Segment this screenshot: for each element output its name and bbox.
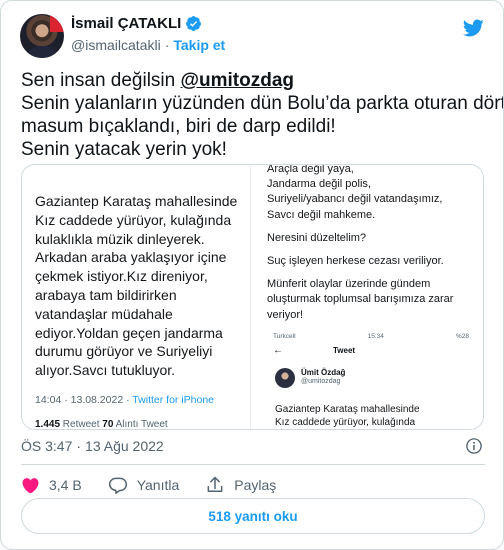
reply-image-text: Araçla değil yaya, Jandarma değil polis,…	[267, 164, 481, 323]
quoted-line: Gaziantep Karataş mahallesinde	[35, 193, 238, 209]
share-button[interactable]: Paylaş	[205, 475, 276, 495]
reply-line: oluşturmak toplumsal barışımıza zarar	[267, 293, 454, 306]
author-handle[interactable]: @ismailcatakli	[71, 37, 161, 53]
mention-link[interactable]: @umitozdag	[181, 70, 295, 91]
reply-line: Araçla değil yaya,	[267, 164, 354, 175]
reply-button[interactable]: Yanıtla	[108, 475, 180, 495]
tweet-card: İsmail ÇATAKLI @ismailcatakli · Takip et…	[0, 0, 504, 550]
quoted-tweet-stats: 1.445 Retweet 70 Alıntı Tweet	[35, 419, 168, 430]
reply-line: veriyor!	[267, 308, 304, 321]
tweet-text: Sen insan değilsin @umitozdag Senin yala…	[21, 69, 504, 161]
phone-screenshot: Turkcell 15:34 %28 ← Tweet Ümit Özdağ @u…	[267, 325, 473, 429]
media-image-left[interactable]: Gaziantep Karataş mahallesinde Kız cadde…	[22, 165, 251, 430]
phone-line: Gaziantep Karataş mahallesinde	[275, 404, 420, 415]
quoted-line: arabaya tam bildirirken	[35, 286, 177, 303]
author-display-name[interactable]: İsmail ÇATAKLI	[71, 15, 181, 32]
like-button[interactable]: 3,4 B	[21, 476, 82, 495]
timestamp-separator: ·	[76, 438, 82, 454]
handle-separator: ·	[164, 37, 170, 53]
reply-bubble-icon	[108, 477, 127, 494]
avatar-flag	[50, 14, 64, 32]
quoted-time: 14:04 · 13.08.2022 ·	[35, 394, 133, 406]
timestamp-time: ÖS 3:47	[21, 438, 73, 454]
phone-battery: %28	[455, 333, 469, 340]
tweet-line-4: Senin yatacak yerin yok!	[21, 139, 227, 160]
reply-line: Neresini düzeltelim?	[267, 231, 367, 244]
reply-line: Jandarma değil polis,	[267, 178, 371, 191]
action-bar: 3,4 B Yanıtla Paylaş	[21, 473, 302, 497]
info-icon[interactable]	[465, 437, 483, 455]
reply-line: Suç işleyen herkese cezası veriliyor.	[267, 255, 444, 268]
quoted-line: Arkadan araba yaklaşıyor içine	[35, 249, 227, 266]
quoted-line: Kız caddede yürüyor, kulağında	[35, 211, 232, 228]
avatar-suit	[28, 46, 56, 58]
verified-badge-icon	[186, 16, 202, 31]
phone-nav-bar: ← Tweet	[273, 345, 469, 356]
phone-clock: 15:34	[367, 333, 384, 340]
author-avatar[interactable]	[20, 14, 64, 58]
like-count: 3,4 B	[49, 477, 82, 493]
tweet-timestamp[interactable]: ÖS 3:47 · 13 Ağu 2022	[21, 438, 164, 454]
reply-label: Yanıtla	[136, 477, 180, 493]
phone-avatar	[275, 368, 295, 388]
phone-status-bar: Turkcell 15:34 %28	[273, 333, 469, 340]
quoted-line: çekmek istiyor.Kız direniyor,	[35, 268, 208, 285]
phone-line: Kız caddede yürüyor, kulağında	[275, 417, 416, 428]
quoted-line: alıyor.Savcı tutukluyor.	[35, 362, 176, 379]
twitter-bird-icon[interactable]	[461, 17, 485, 39]
read-replies-button[interactable]: 518 yanıtı oku	[21, 498, 485, 534]
phone-author-name: Ümit Özdağ	[301, 368, 346, 377]
phone-author-handle: @umitozdag	[301, 378, 341, 385]
share-icon	[207, 476, 223, 492]
phone-carrier: Turkcell	[273, 333, 296, 340]
phone-tweet-text: Gaziantep Karataş mahallesinde Kız cadde…	[275, 403, 420, 429]
quoted-tweet-text: Gaziantep Karataş mahallesinde Kız cadde…	[35, 192, 247, 380]
quote-count: 70	[102, 419, 114, 430]
retweet-label: Retweet	[60, 419, 103, 430]
tweet-line-1: Sen insan değilsin @umitozdag	[21, 69, 491, 92]
reply-line: Münferit olaylar üzerinde gündem	[267, 278, 431, 291]
follow-button[interactable]: Takip et	[173, 37, 225, 53]
phone-nav-title: Tweet	[333, 346, 356, 355]
separator-line	[21, 464, 485, 465]
reply-line: Savcı değil mahkeme.	[267, 208, 376, 221]
share-label: Paylaş	[234, 477, 277, 493]
heart-icon	[22, 477, 39, 493]
author-name-row: İsmail ÇATAKLI	[71, 15, 202, 32]
back-arrow-icon: ←	[273, 345, 283, 356]
quote-label: Alıntı Tweet	[113, 419, 168, 430]
quoted-line: kulaklıkla müzik dinleyerek.	[35, 230, 205, 247]
tweet-line-3: masum bıçaklandı, biri de darp edildi!	[21, 116, 336, 137]
media-attachment: Gaziantep Karataş mahallesinde Kız cadde…	[21, 164, 484, 430]
media-image-right[interactable]: Araçla değil yaya, Jandarma değil polis,…	[253, 164, 483, 429]
quoted-source: Twitter for iPhone	[132, 394, 215, 406]
quoted-tweet-meta: 14:04 · 13.08.2022 · Twitter for iPhone	[35, 394, 214, 406]
retweet-count: 1.445	[35, 419, 61, 430]
timestamp-date: 13 Ağu 2022	[85, 438, 164, 454]
tweet-line-2: Senin yalanların yüzünden dün Bolu’da pa…	[21, 93, 504, 114]
quoted-line: durumu görüyor ve Suriyeliyi	[35, 343, 213, 360]
reply-line: Suriyeli/yabancı değil vatandaşımız,	[267, 193, 443, 206]
author-handle-row: @ismailcatakli · Takip et	[71, 37, 225, 53]
tweet-line-1-text: Sen insan değilsin	[21, 70, 181, 91]
quoted-line: ediyor.Yoldan geçen jandarma	[35, 324, 223, 341]
quoted-line: vatandaşlar müdahale	[35, 305, 173, 322]
